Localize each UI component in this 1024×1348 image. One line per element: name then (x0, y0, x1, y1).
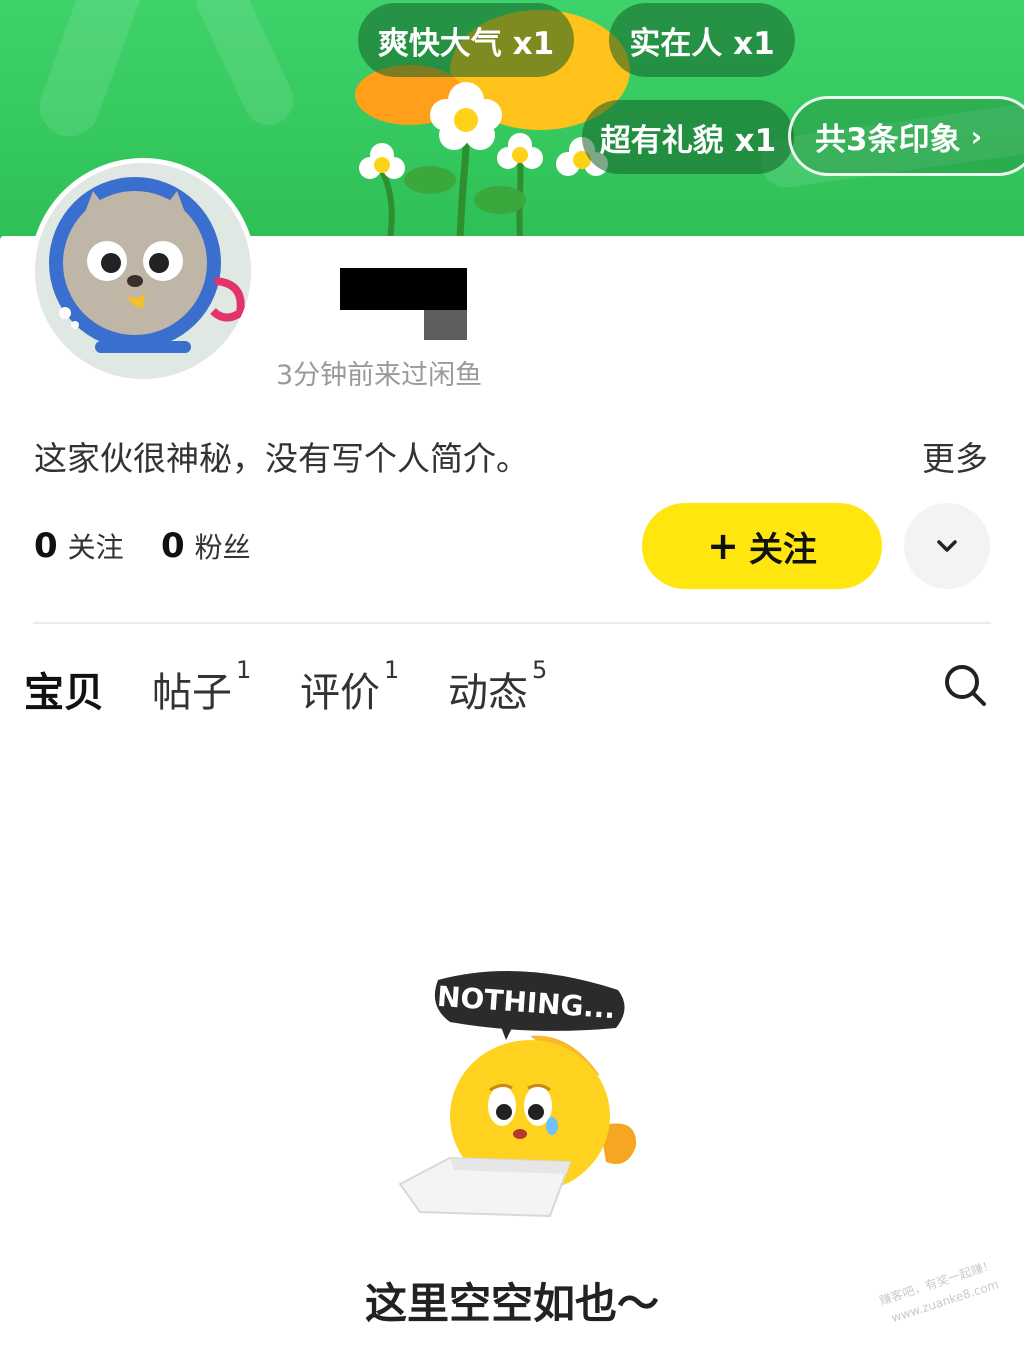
followers-label: 粉丝 (194, 531, 251, 564)
username-redacted (340, 268, 467, 310)
more-options-button[interactable] (904, 503, 990, 589)
impression-tag-label: 超有礼貌 x1 (599, 122, 777, 159)
tab-label: 宝贝 (24, 670, 104, 716)
impression-tag[interactable]: 超有礼貌 x1 (582, 100, 794, 174)
followers-stat[interactable]: 0 粉丝 (161, 526, 251, 566)
empty-state-message: 这里空空如也～ (364, 1279, 659, 1328)
follow-button[interactable]: + 关注 (642, 503, 882, 589)
following-label: 关注 (67, 531, 124, 564)
following-stat[interactable]: 0 关注 (34, 526, 124, 566)
divider (33, 622, 991, 624)
tab-label: 帖子 (152, 670, 232, 716)
tab-posts[interactable]: 帖子1 (152, 656, 251, 718)
tab-items[interactable]: 宝贝 (20, 660, 108, 718)
impressions-summary-button[interactable]: 共3条印象 › (788, 96, 1024, 176)
tab-count: 1 (236, 655, 252, 684)
plus-icon: + (707, 524, 739, 568)
tab-reviews[interactable]: 评价1 (300, 656, 399, 718)
impression-tag[interactable]: 实在人 x1 (609, 3, 795, 77)
tab-label: 评价 (300, 670, 380, 716)
tab-count: 1 (384, 655, 400, 684)
username-redacted-extra (424, 310, 467, 340)
avatar[interactable] (30, 158, 256, 384)
tab-activity[interactable]: 动态5 (448, 656, 547, 718)
chevron-right-icon: › (970, 119, 983, 153)
impression-tag-label: 实在人 x1 (629, 25, 775, 62)
empty-state-illustration: NOTHING... (398, 971, 637, 1218)
avatar-image (35, 163, 251, 379)
following-count: 0 (34, 526, 58, 566)
impression-tag-label: 爽快大气 x1 (377, 25, 555, 62)
more-link[interactable]: 更多 (922, 432, 988, 480)
impressions-summary-label: 共3条印象 (815, 121, 961, 158)
tab-label: 动态 (448, 670, 528, 716)
followers-count: 0 (161, 526, 185, 566)
impression-tag[interactable]: 爽快大气 x1 (358, 3, 574, 77)
search-icon[interactable] (942, 662, 988, 708)
chevron-down-icon (937, 540, 957, 552)
tab-count: 5 (532, 655, 548, 684)
bio-text: 这家伙很神秘，没有写个人简介。 (34, 439, 529, 478)
follow-button-label: 关注 (748, 529, 817, 570)
last-seen-text: 3分钟前来过闲鱼 (276, 360, 483, 391)
